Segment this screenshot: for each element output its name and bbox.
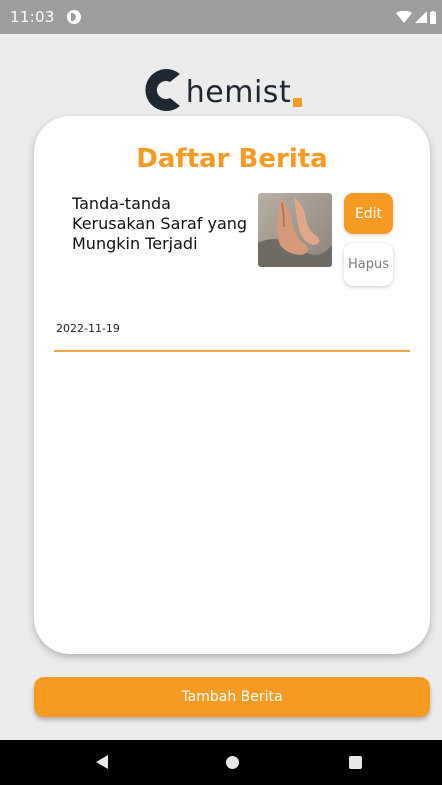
app-logo: hemist xyxy=(0,52,442,112)
battery-icon xyxy=(430,10,436,24)
status-bar: 11:03 xyxy=(0,0,442,34)
back-icon[interactable] xyxy=(96,755,108,769)
logo-dot xyxy=(293,98,303,107)
recents-icon[interactable] xyxy=(349,756,362,769)
navigation-bar xyxy=(0,740,442,785)
news-thumbnail xyxy=(258,193,332,267)
list-item[interactable]: Tanda-tanda Kerusakan Saraf yang Mungkin… xyxy=(54,193,410,352)
logo-text: hemist xyxy=(185,75,292,110)
logo-c-mark xyxy=(145,69,180,111)
add-news-button[interactable]: Tambah Berita xyxy=(34,677,430,717)
app-notification-icon xyxy=(66,10,81,24)
status-icons xyxy=(396,10,436,24)
page-title: Daftar Berita xyxy=(136,144,328,174)
signal-icon xyxy=(415,11,427,23)
news-list-card: Daftar Berita Tanda-tanda Kerusakan Sara… xyxy=(34,116,430,654)
status-time: 11:03 xyxy=(10,8,55,26)
home-icon[interactable] xyxy=(226,756,239,769)
edit-button[interactable]: Edit xyxy=(344,193,393,234)
delete-button[interactable]: Hapus xyxy=(344,243,393,286)
news-date: 2022-11-19 xyxy=(56,322,120,335)
news-title: Tanda-tanda Kerusakan Saraf yang Mungkin… xyxy=(72,194,248,253)
wifi-icon xyxy=(396,11,412,23)
